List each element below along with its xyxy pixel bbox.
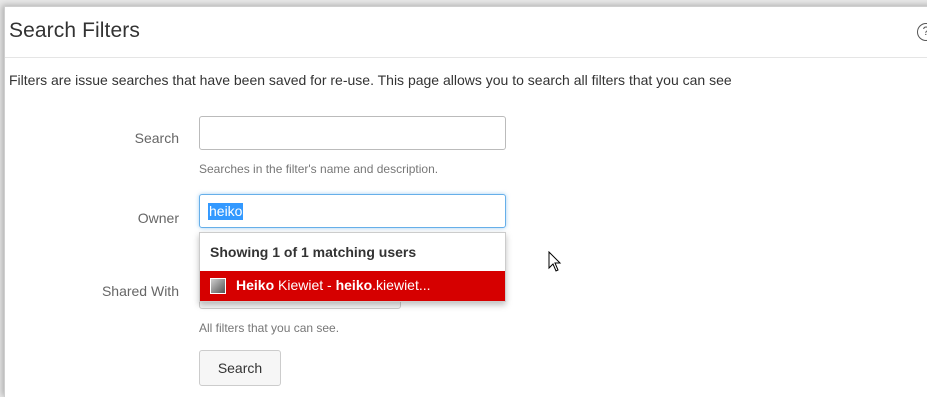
- suggestion-username-rest: .kiewiet...: [372, 277, 431, 293]
- search-input[interactable]: [199, 116, 506, 150]
- avatar: [210, 278, 226, 294]
- page-title: Search Filters: [9, 19, 140, 42]
- search-label: Search: [134, 130, 179, 146]
- suggestions-header: Showing 1 of 1 matching users: [210, 244, 417, 260]
- owner-input-value: heiko: [208, 203, 244, 220]
- shared-with-hint: All filters that you can see.: [199, 321, 340, 335]
- suggestion-username-match: heiko: [335, 277, 373, 293]
- search-filters-panel: Search Filters ? Filters are issue searc…: [4, 6, 927, 397]
- suggestion-item-label: Heiko Kiewiet - heiko.kiewiet...: [236, 277, 431, 293]
- suggestion-name-rest: Kiewiet -: [274, 277, 336, 293]
- help-icon[interactable]: ?: [917, 23, 927, 41]
- suggestion-name-match: Heiko: [236, 277, 275, 293]
- page-description: Filters are issue searches that have bee…: [9, 72, 732, 88]
- owner-label: Owner: [137, 210, 179, 226]
- suggestion-item[interactable]: Heiko Kiewiet - heiko.kiewiet...: [200, 271, 505, 301]
- divider: [5, 57, 927, 58]
- mouse-cursor-icon: [548, 251, 562, 272]
- shared-with-label: Shared With: [101, 283, 179, 299]
- search-hint: Searches in the filter's name and descri…: [199, 162, 439, 176]
- owner-input[interactable]: heiko: [199, 194, 506, 228]
- owner-suggestions-dropdown: Showing 1 of 1 matching users Heiko Kiew…: [199, 232, 506, 302]
- search-button[interactable]: Search: [199, 350, 281, 386]
